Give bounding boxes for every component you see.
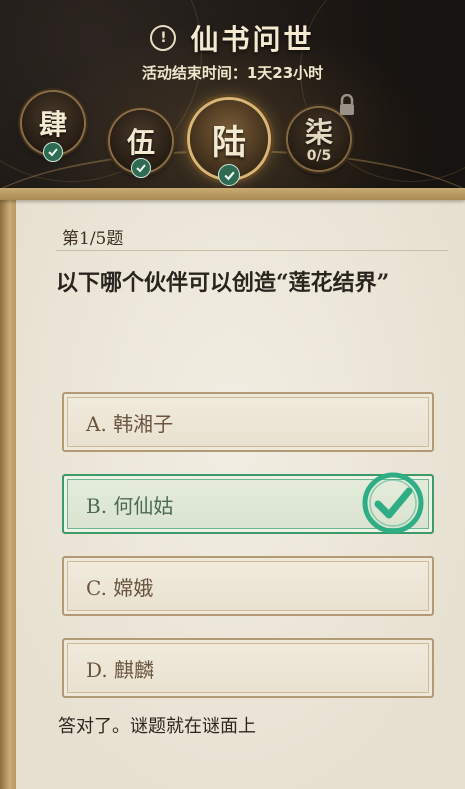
lock-icon <box>340 94 354 115</box>
event-end-time: 活动结束时间：1天23小时 <box>141 64 324 82</box>
option-d[interactable]: D. 麒麟 <box>62 638 434 698</box>
completed-check-icon <box>43 142 63 162</box>
completed-check-icon <box>218 164 240 186</box>
question-text: 以下哪个伙伴可以创造“莲花结界” <box>56 270 390 296</box>
option-label: B. 何仙姑 <box>86 493 174 518</box>
level-label: 肆 <box>38 108 67 141</box>
event-title: 仙书问世 <box>190 23 315 56</box>
completed-check-icon <box>131 158 151 178</box>
level-medal-4[interactable]: 肆 <box>22 92 84 162</box>
question-number: 第1/5题 <box>62 229 124 249</box>
level-medal-5[interactable]: 伍 <box>110 110 172 178</box>
alert-info-icon[interactable]: ! <box>150 25 177 51</box>
card-spine <box>0 188 16 789</box>
divider <box>56 250 448 251</box>
option-c[interactable]: C. 嫦娥 <box>62 556 434 616</box>
level-label: 陆 <box>212 122 246 163</box>
quiz-card: 第1/5题 以下哪个伙伴可以创造“莲花结界” A. 韩湘子 B. 何仙姑 C. … <box>0 188 465 789</box>
option-a[interactable]: A. 韩湘子 <box>62 392 434 452</box>
correct-check-icon <box>362 472 424 534</box>
level-medal-6[interactable]: 陆 <box>190 100 268 186</box>
card-top-border <box>0 188 465 200</box>
option-label: D. 麒麟 <box>86 657 155 682</box>
option-label: A. 韩湘子 <box>86 411 174 436</box>
level-progress: 0/5 <box>306 148 332 164</box>
option-b[interactable]: B. 何仙姑 <box>62 472 434 534</box>
event-header: ! 仙书问世 活动结束时间：1天23小时 肆 伍 陆 柒 0/5 <box>0 0 465 200</box>
level-label: 柒 <box>304 116 333 149</box>
title-row: ! 仙书问世 <box>0 18 465 58</box>
option-label: C. 嫦娥 <box>86 575 154 600</box>
answer-feedback: 答对了。谜题就在谜面上 <box>58 716 256 737</box>
level-label: 伍 <box>126 126 155 159</box>
level-medal-7[interactable]: 柒 0/5 <box>288 108 350 170</box>
